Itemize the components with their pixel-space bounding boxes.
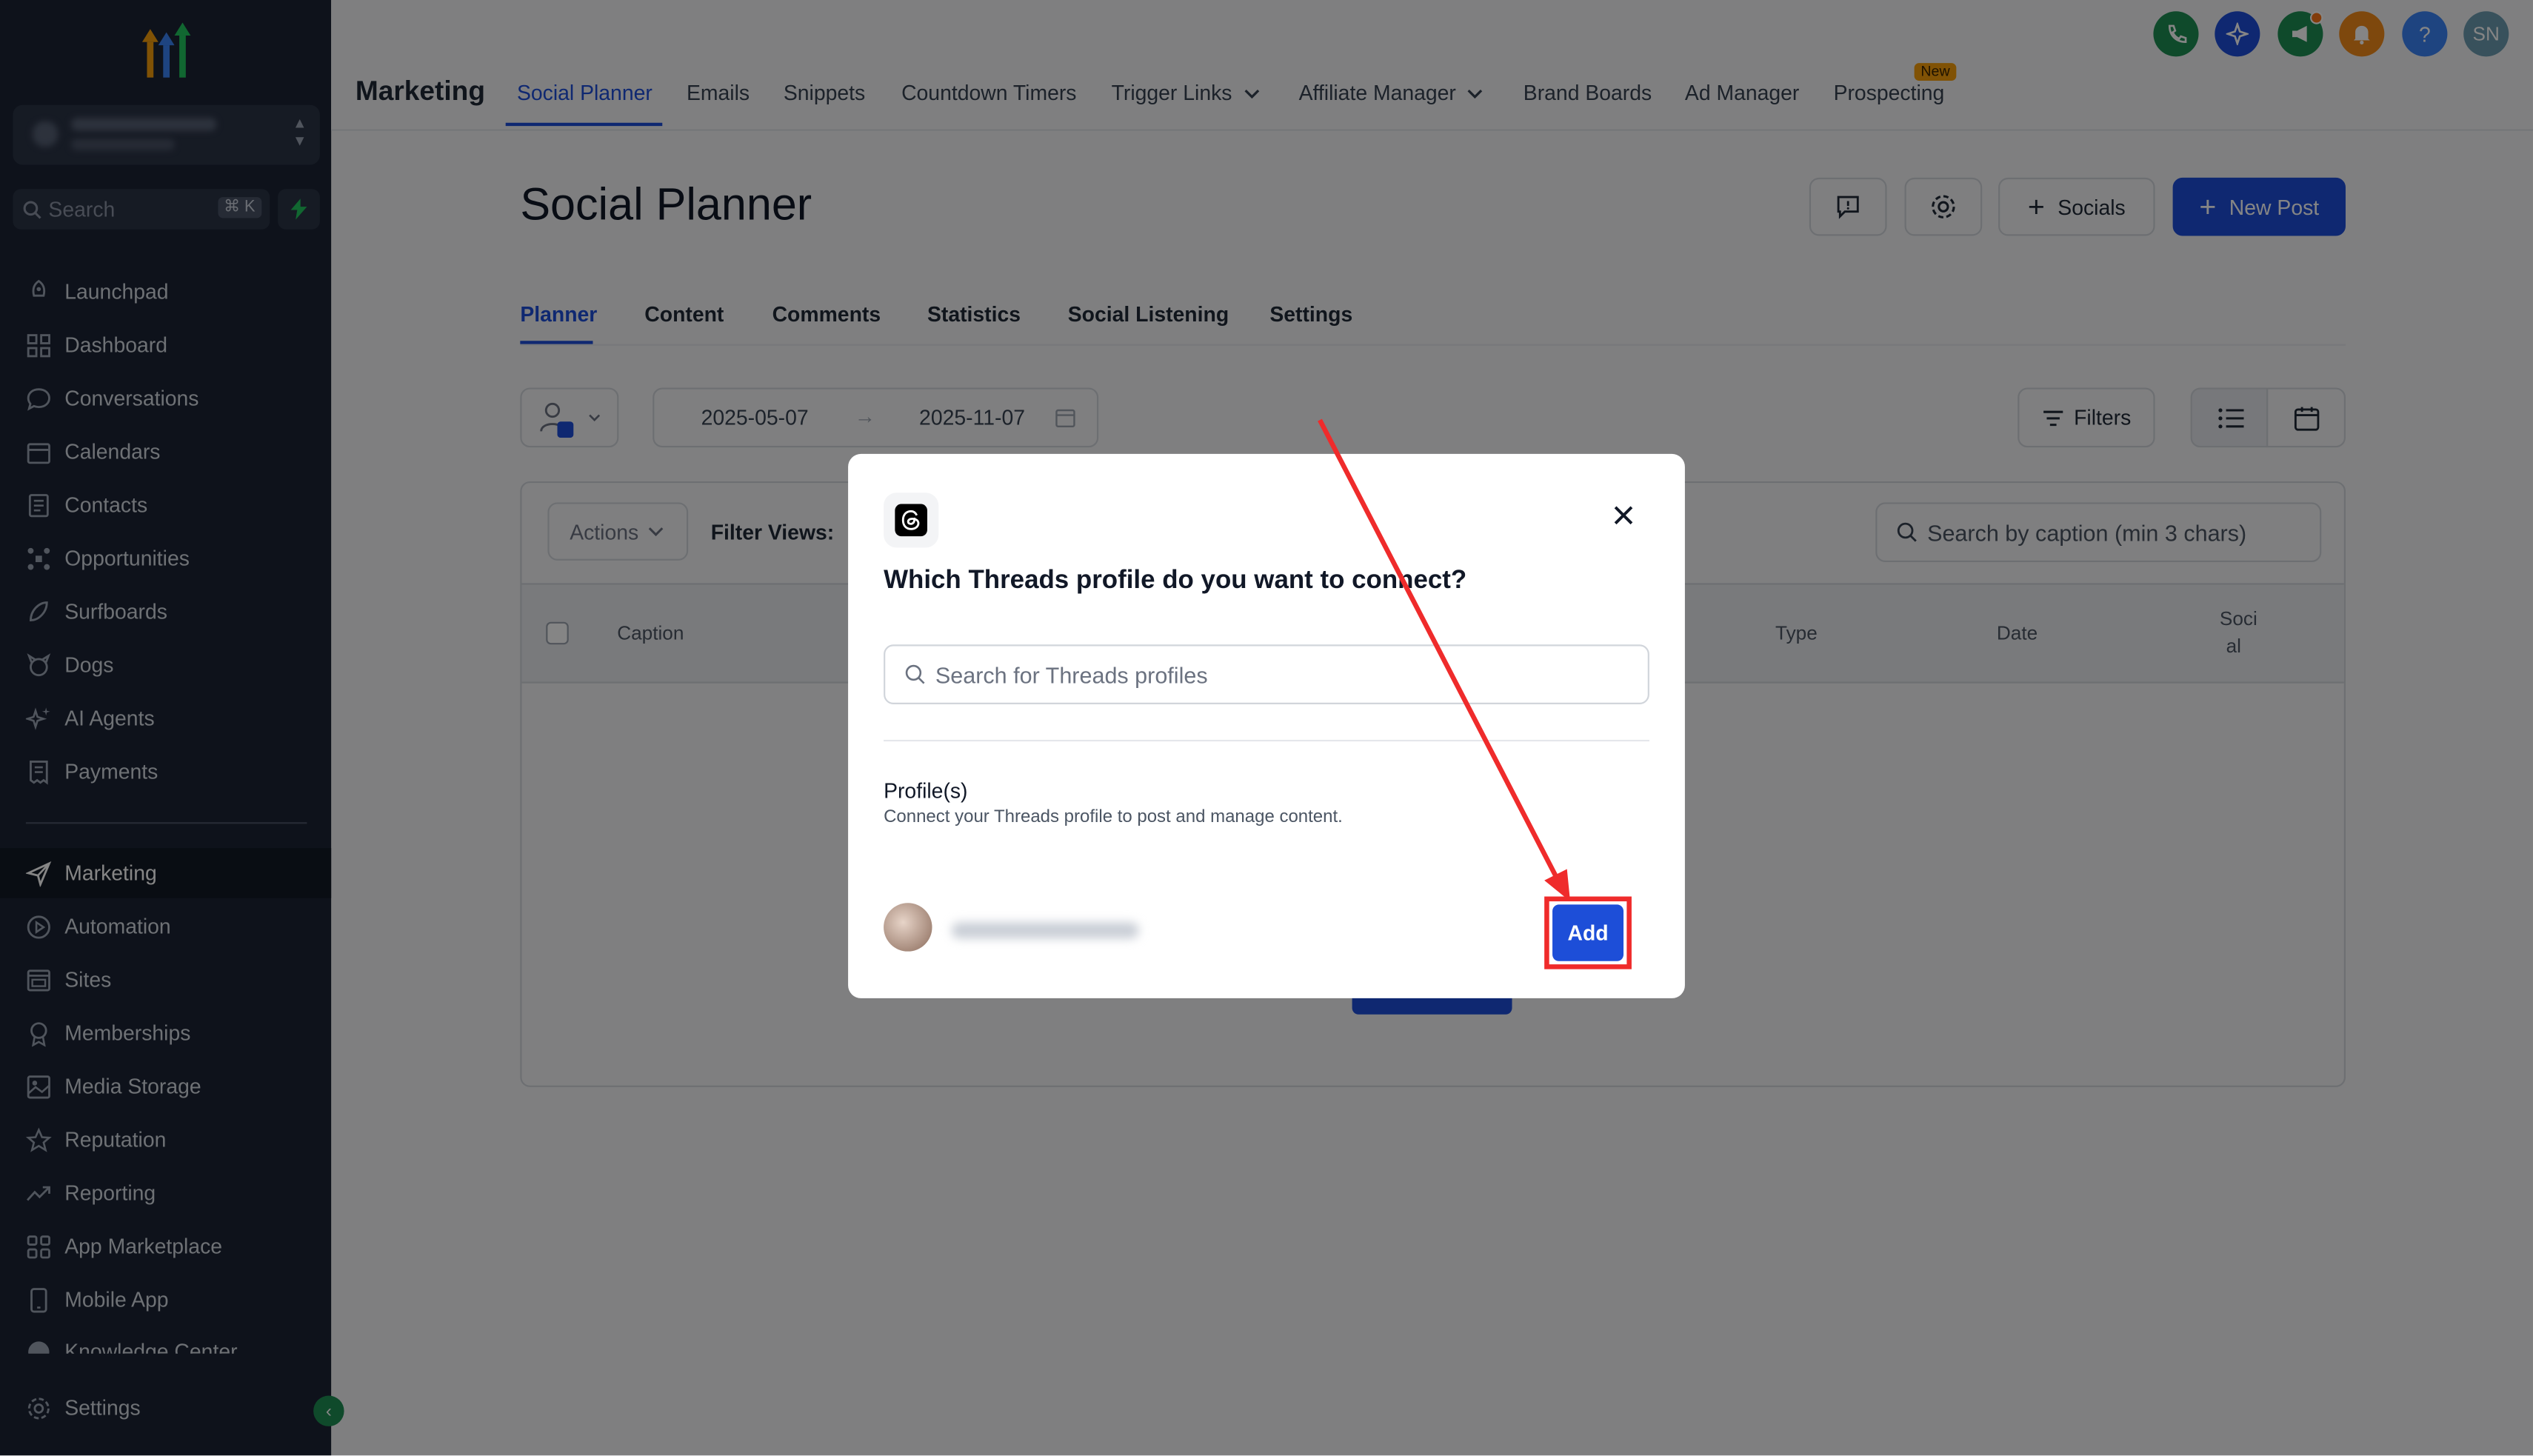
profile-name-redacted (951, 922, 1139, 939)
threads-logo (884, 492, 939, 548)
profiles-section-subtitle: Connect your Threads profile to post and… (884, 807, 1343, 827)
threads-icon (901, 510, 920, 530)
modal-divider (884, 739, 1649, 742)
close-button[interactable] (1607, 499, 1640, 532)
add-profile-button[interactable]: Add (1552, 904, 1624, 961)
profiles-section-title: Profile(s) (884, 778, 968, 804)
profile-avatar (884, 903, 932, 952)
modal-title: Which Threads profile do you want to con… (884, 567, 1467, 595)
threads-connect-modal: Which Threads profile do you want to con… (848, 453, 1685, 998)
threads-profile-search-input[interactable]: Search for Threads profiles (884, 644, 1649, 704)
search-icon (905, 664, 925, 684)
search-placeholder: Search for Threads profiles (935, 661, 1208, 688)
close-icon (1614, 506, 1633, 525)
